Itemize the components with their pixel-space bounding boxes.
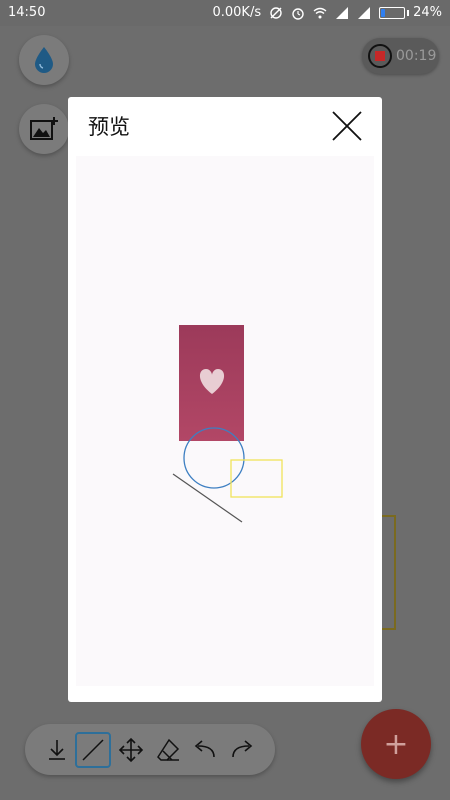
- line-tool-button[interactable]: [75, 732, 111, 768]
- undo-icon: [194, 740, 215, 758]
- plus-icon: +: [383, 726, 409, 762]
- dialog-title: 预览: [88, 115, 130, 139]
- record-indicator[interactable]: 00:19: [362, 38, 439, 74]
- drawing-toolbar: [25, 724, 275, 775]
- battery-icon: [379, 6, 406, 19]
- line-tool-icon: [82, 739, 104, 761]
- color-picker-button[interactable]: [19, 35, 69, 85]
- save-tool-button[interactable]: [40, 733, 74, 767]
- record-timer: 00:19: [396, 48, 437, 64]
- move-tool-button[interactable]: [114, 733, 148, 767]
- redo-button[interactable]: [225, 733, 259, 767]
- redo-icon: [232, 740, 253, 758]
- background-shape-rect: [380, 515, 396, 630]
- close-button[interactable]: [330, 109, 364, 143]
- rectangle-shape: [230, 459, 283, 498]
- alarm-icon: [292, 7, 304, 20]
- eraser-tool-button[interactable]: [151, 733, 185, 767]
- add-image-button[interactable]: [19, 104, 69, 154]
- download-icon: [49, 740, 65, 760]
- move-icon: [118, 737, 144, 763]
- preview-drawing: [172, 325, 283, 523]
- network-speed: 0.00K/s: [212, 5, 262, 20]
- heart-image: [179, 325, 244, 441]
- wifi-icon: [313, 7, 327, 18]
- signal-icon-2: [358, 6, 371, 19]
- record-stop-icon: [368, 44, 392, 68]
- add-image-icon: [30, 117, 58, 140]
- close-icon: [332, 111, 362, 141]
- no-sync-icon: [270, 6, 282, 19]
- preview-canvas: [76, 156, 374, 686]
- battery-tip: [407, 9, 410, 16]
- battery-percent: 24%: [413, 5, 442, 20]
- battery-indicator: 24%: [379, 5, 442, 20]
- eraser-icon: [157, 738, 180, 761]
- water-drop-icon: [35, 47, 53, 73]
- status-bar: 14:50 0.00K/s 24%: [0, 0, 450, 26]
- undo-button[interactable]: [188, 733, 222, 767]
- status-time: 14:50: [8, 5, 46, 20]
- add-fab-button[interactable]: +: [361, 709, 431, 779]
- battery-fill: [381, 8, 385, 17]
- preview-dialog: 预览: [68, 97, 382, 702]
- status-right: 0.00K/s 24%: [212, 5, 442, 20]
- signal-icon-1: [336, 6, 349, 19]
